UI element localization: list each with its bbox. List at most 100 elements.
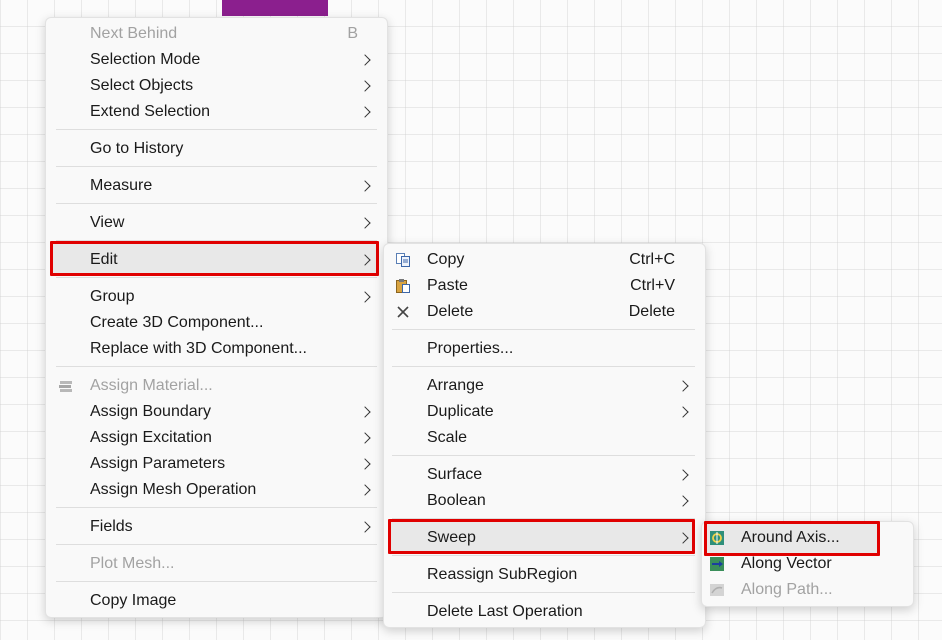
menu-item-label: Edit (90, 251, 118, 268)
chevron-right-icon (359, 176, 373, 196)
edit-submenu: Copy Ctrl+C Paste Ctrl+V Delete Delete P… (383, 243, 706, 628)
menu-item-label: Reassign SubRegion (427, 566, 578, 583)
menu-item-label: Fields (90, 518, 133, 535)
sweep-submenu: Around Axis... Along Vector Along Path..… (701, 521, 914, 607)
menu-item-label: Assign Mesh Operation (90, 481, 257, 498)
menu-item-assign-boundary[interactable]: Assign Boundary (46, 399, 387, 425)
menu-item-delete[interactable]: Delete Delete (384, 299, 705, 325)
menu-item-label: Arrange (427, 377, 484, 394)
chevron-right-icon (359, 213, 373, 233)
menu-item-label: Around Axis... (741, 529, 840, 546)
chevron-right-icon (677, 528, 691, 548)
viewport-object (222, 0, 328, 16)
menu-item-assign-parameters[interactable]: Assign Parameters (46, 451, 387, 477)
menu-item-selection-mode[interactable]: Selection Mode (46, 47, 387, 73)
menu-separator (392, 592, 695, 593)
menu-item-label: Sweep (427, 529, 476, 546)
menu-separator (392, 329, 695, 330)
menu-item-around-axis[interactable]: Around Axis... (702, 525, 913, 551)
menu-item-label: Copy Image (90, 592, 177, 609)
menu-item-label: Along Path... (741, 581, 833, 598)
chevron-right-icon (359, 102, 373, 122)
menu-item-next-behind: Next Behind B (46, 21, 387, 47)
chevron-right-icon (359, 454, 373, 474)
menu-item-label: Replace with 3D Component... (90, 340, 307, 357)
menu-item-label: Selection Mode (90, 51, 201, 68)
menu-item-label: Properties... (427, 340, 514, 357)
menu-item-fields[interactable]: Fields (46, 514, 387, 540)
menu-item-label: Assign Excitation (90, 429, 212, 446)
paste-icon (395, 278, 411, 294)
menu-item-label: View (90, 214, 125, 231)
menu-separator (56, 203, 377, 204)
sweep-along-path-icon (709, 582, 725, 598)
menu-item-view[interactable]: View (46, 210, 387, 236)
menu-item-assign-mesh-operation[interactable]: Assign Mesh Operation (46, 477, 387, 503)
menu-item-edit[interactable]: Edit (46, 247, 387, 273)
menu-item-label: Assign Material... (90, 377, 213, 394)
sweep-along-vector-icon (709, 556, 725, 572)
chevron-right-icon (359, 76, 373, 96)
menu-item-go-to-history[interactable]: Go to History (46, 136, 387, 162)
menu-separator (56, 277, 377, 278)
menu-item-duplicate[interactable]: Duplicate (384, 399, 705, 425)
menu-item-replace-with-3d-component[interactable]: Replace with 3D Component... (46, 336, 387, 362)
menu-item-label: Group (90, 288, 135, 305)
menu-item-arrange[interactable]: Arrange (384, 373, 705, 399)
menu-item-surface[interactable]: Surface (384, 462, 705, 488)
menu-separator (56, 507, 377, 508)
menu-item-create-3d-component[interactable]: Create 3D Component... (46, 310, 387, 336)
menu-item-label: Assign Parameters (90, 455, 226, 472)
menu-item-reassign-subregion[interactable]: Reassign SubRegion (384, 562, 705, 588)
menu-item-label: Next Behind (90, 25, 178, 42)
menu-item-scale[interactable]: Scale (384, 425, 705, 451)
menu-separator (56, 129, 377, 130)
menu-item-label: Select Objects (90, 77, 194, 94)
menu-item-boolean[interactable]: Boolean (384, 488, 705, 514)
menu-item-label: Duplicate (427, 403, 494, 420)
menu-item-label: Measure (90, 177, 153, 194)
chevron-right-icon (677, 402, 691, 422)
chevron-right-icon (359, 50, 373, 70)
context-menu: Next Behind B Selection Mode Select Obje… (45, 17, 388, 618)
menu-item-label: Extend Selection (90, 103, 211, 120)
menu-item-shortcut: Delete (628, 303, 675, 320)
menu-separator (56, 366, 377, 367)
menu-separator (56, 581, 377, 582)
menu-item-assign-material: Assign Material... (46, 373, 387, 399)
menu-item-paste[interactable]: Paste Ctrl+V (384, 273, 705, 299)
menu-item-copy-image[interactable]: Copy Image (46, 588, 387, 614)
menu-item-along-vector[interactable]: Along Vector (702, 551, 913, 577)
menu-item-extend-selection[interactable]: Extend Selection (46, 99, 387, 125)
menu-item-shortcut: Ctrl+V (630, 277, 675, 294)
menu-item-label: Plot Mesh... (90, 555, 175, 572)
menu-item-sweep[interactable]: Sweep (384, 525, 705, 551)
chevron-right-icon (677, 465, 691, 485)
chevron-right-icon (677, 376, 691, 396)
menu-separator (56, 166, 377, 167)
menu-item-copy[interactable]: Copy Ctrl+C (384, 247, 705, 273)
menu-item-label: Go to History (90, 140, 184, 157)
menu-separator (392, 555, 695, 556)
menu-item-label: Surface (427, 466, 483, 483)
chevron-right-icon (359, 402, 373, 422)
copy-icon (395, 252, 411, 268)
chevron-right-icon (359, 480, 373, 500)
menu-item-label: Create 3D Component... (90, 314, 264, 331)
menu-item-label: Copy (427, 251, 465, 268)
menu-item-properties[interactable]: Properties... (384, 336, 705, 362)
menu-separator (56, 544, 377, 545)
menu-item-select-objects[interactable]: Select Objects (46, 73, 387, 99)
menu-separator (392, 455, 695, 456)
sweep-around-axis-icon (709, 530, 725, 546)
menu-item-assign-excitation[interactable]: Assign Excitation (46, 425, 387, 451)
menu-item-group[interactable]: Group (46, 284, 387, 310)
menu-item-delete-last-operation[interactable]: Delete Last Operation (384, 599, 705, 625)
chevron-right-icon (359, 250, 373, 270)
menu-item-label: Delete (427, 303, 474, 320)
chevron-right-icon (677, 491, 691, 511)
menu-item-measure[interactable]: Measure (46, 173, 387, 199)
material-stack-icon (58, 378, 74, 394)
menu-item-label: Boolean (427, 492, 486, 509)
menu-item-label: Along Vector (741, 555, 832, 572)
